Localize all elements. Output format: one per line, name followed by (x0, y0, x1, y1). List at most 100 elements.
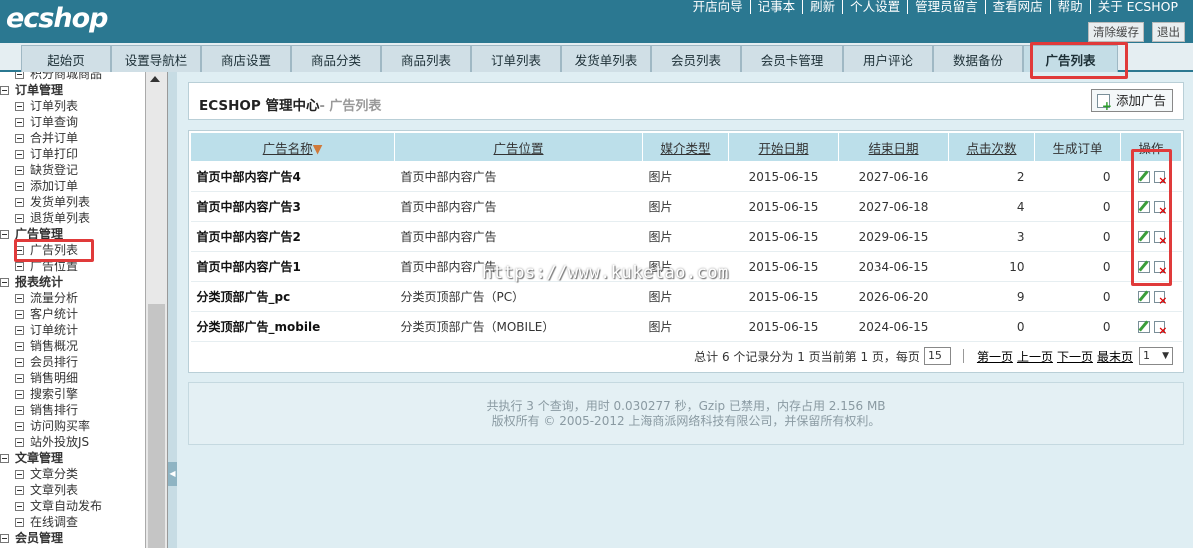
delete-icon[interactable] (1153, 320, 1168, 336)
delete-icon[interactable] (1153, 290, 1168, 306)
sidebar-item[interactable]: 缺货登记 (0, 162, 145, 178)
bullet-icon (15, 341, 24, 351)
sidebar-item-label: 合并订单 (30, 131, 79, 145)
tab-goods-list[interactable]: 商品列表 (381, 45, 471, 72)
sidebar-item[interactable]: 订单查询 (0, 114, 145, 130)
nav-about-link[interactable]: 关于 ECSHOP (1089, 0, 1185, 14)
nav-help-link[interactable]: 帮助 (1049, 0, 1090, 14)
nav-admin-message-link[interactable]: 管理员留言 (907, 0, 985, 14)
sidebar-item-label: 退货单列表 (30, 211, 91, 225)
bullet-icon (15, 357, 24, 367)
sidebar-item[interactable]: 销售明细 (0, 370, 145, 386)
ad-name-cell[interactable]: 分类顶部广告_pc (190, 281, 395, 312)
ad-name-cell[interactable]: 首页中部内容广告3 (190, 191, 395, 222)
nav-notepad-link[interactable]: 记事本 (749, 0, 803, 14)
bullet-icon (15, 181, 24, 191)
first-page-link[interactable]: 第一页 (977, 348, 1013, 365)
table-row: 首页中部内容广告2 首页中部内容广告 图片 2015-06-15 2029-06-15 3… (190, 221, 1182, 252)
table-row: 分类顶部广告_mobile 分类页顶部广告（MOBILE） 图片 2015-06-15… (190, 311, 1182, 342)
tab-home[interactable]: 起始页 (21, 45, 111, 72)
sidebar-item-label: 销售明细 (30, 371, 79, 385)
col-orders: 生成订单 (1034, 132, 1121, 162)
sidebar-item[interactable]: 文章自动发布 (0, 498, 145, 514)
sidebar-group[interactable]: 会员管理 (0, 530, 145, 546)
tab-shop-settings[interactable]: 商店设置 (201, 45, 291, 72)
nav-refresh-link[interactable]: 刷新 (802, 0, 842, 14)
col-start-date[interactable]: 开始日期 (728, 132, 839, 162)
sidebar-item[interactable]: 合并订单 (0, 130, 145, 146)
sidebar-item[interactable]: 积分商城商品 (0, 72, 145, 82)
edit-icon[interactable] (1137, 290, 1150, 303)
main-content: ECSHOP 管理中心- 广告列表 添加广告 广告名称▼ 广告位置 媒介类型 开… (177, 72, 1193, 548)
sidebar-item-label: 客户统计 (30, 307, 79, 321)
ad-list-table-wrap: 广告名称▼ 广告位置 媒介类型 开始日期 结束日期 点击次数 生成订单 操作 首… (188, 130, 1184, 373)
sidebar-item[interactable]: 在线调查 (0, 514, 145, 530)
ad-name-cell[interactable]: 首页中部内容广告1 (190, 251, 395, 282)
col-end-date[interactable]: 结束日期 (838, 132, 949, 162)
sidebar-item[interactable]: 退货单列表 (0, 210, 145, 226)
tab-order-list[interactable]: 订单列表 (471, 45, 561, 72)
pager-divider (962, 349, 964, 363)
next-page-link[interactable]: 下一页 (1057, 348, 1093, 365)
ad-name-cell[interactable]: 首页中部内容广告4 (190, 161, 395, 192)
sidebar-item[interactable]: 发货单列表 (0, 194, 145, 210)
sidebar-group[interactable]: 报表统计 (0, 274, 145, 290)
clear-cache-button[interactable]: 清除缓存 (1088, 22, 1144, 42)
sidebar-item[interactable]: 订单统计 (0, 322, 145, 338)
scroll-up-icon[interactable] (150, 76, 160, 82)
tab-nav-settings[interactable]: 设置导航栏 (111, 45, 201, 72)
sidebar-item[interactable]: 客户统计 (0, 306, 145, 322)
scroll-thumb[interactable] (148, 304, 165, 548)
sidebar-item[interactable]: 文章列表 (0, 482, 145, 498)
orders-cell: 0 (1034, 311, 1121, 342)
sidebar-item[interactable]: 订单列表 (0, 98, 145, 114)
add-ad-button[interactable]: 添加广告 (1090, 89, 1173, 112)
tab-delivery-list[interactable]: 发货单列表 (561, 45, 651, 72)
col-ad-position[interactable]: 广告位置 (394, 132, 643, 162)
tab-member-list[interactable]: 会员列表 (651, 45, 741, 72)
clicks-cell: 9 (948, 281, 1035, 312)
nav-personal-settings-link[interactable]: 个人设置 (842, 0, 907, 14)
page-header-panel: ECSHOP 管理中心- 广告列表 添加广告 (188, 82, 1184, 120)
sidebar-item[interactable]: 流量分析 (0, 290, 145, 306)
sidebar-item[interactable]: 订单打印 (0, 146, 145, 162)
ad-name-cell[interactable]: 分类顶部广告_mobile (190, 311, 395, 342)
sidebar-item[interactable]: 会员排行 (0, 354, 145, 370)
sidebar-item[interactable]: 访问购买率 (0, 418, 145, 434)
ad-position-cell: 分类页顶部广告（MOBILE） (394, 311, 643, 342)
sidebar-item[interactable]: 搜索引擎 (0, 386, 145, 402)
ad-list-table: 广告名称▼ 广告位置 媒介类型 开始日期 结束日期 点击次数 生成订单 操作 首… (190, 132, 1182, 342)
nav-wizard-link[interactable]: 开店向导 (686, 0, 750, 14)
sidebar-item-label: 订单打印 (30, 147, 79, 161)
ad-position-cell: 分类页顶部广告（PC） (394, 281, 643, 312)
sidebar-group[interactable]: 文章管理 (0, 450, 145, 466)
col-media-type[interactable]: 媒介类型 (642, 132, 729, 162)
sidebar-item[interactable]: 站外投放JS (0, 434, 145, 450)
prev-page-link[interactable]: 上一页 (1017, 348, 1053, 365)
tab-member-card[interactable]: 会员卡管理 (741, 45, 843, 72)
start-date-cell: 2015-06-15 (728, 221, 839, 252)
tab-backup[interactable]: 数据备份 (933, 45, 1023, 72)
frame-splitter[interactable]: ◀ (168, 72, 177, 548)
collapse-arrow-icon[interactable]: ◀ (168, 462, 177, 486)
bullet-icon (15, 72, 24, 79)
col-ad-name[interactable]: 广告名称▼ (190, 132, 395, 162)
last-page-link[interactable]: 最末页 (1097, 348, 1133, 365)
per-page-input[interactable]: 15 (923, 347, 951, 365)
ad-name-cell[interactable]: 首页中部内容广告2 (190, 221, 395, 252)
sidebar-item-label: 添加订单 (30, 179, 79, 193)
edit-icon[interactable] (1137, 320, 1150, 333)
sidebar-item[interactable]: 销售排行 (0, 402, 145, 418)
sidebar-item[interactable]: 销售概况 (0, 338, 145, 354)
sidebar-item[interactable]: 添加订单 (0, 178, 145, 194)
page-select[interactable]: 1 (1139, 347, 1173, 365)
sidebar-group[interactable]: 订单管理 (0, 82, 145, 98)
sidebar-menu: 积分商城商品 订单管理 订单列表 订单查询 合并订单订单打印 缺货登记 添加订单 发货单列表退… (0, 72, 146, 548)
tab-categories[interactable]: 商品分类 (291, 45, 381, 72)
nav-view-store-link[interactable]: 查看网店 (984, 0, 1050, 14)
tab-comments[interactable]: 用户评论 (843, 45, 933, 72)
sidebar-item[interactable]: 文章分类 (0, 466, 145, 482)
col-clicks[interactable]: 点击次数 (948, 132, 1035, 162)
logout-button[interactable]: 退出 (1152, 22, 1185, 42)
sidebar-scrollbar[interactable] (146, 72, 168, 548)
